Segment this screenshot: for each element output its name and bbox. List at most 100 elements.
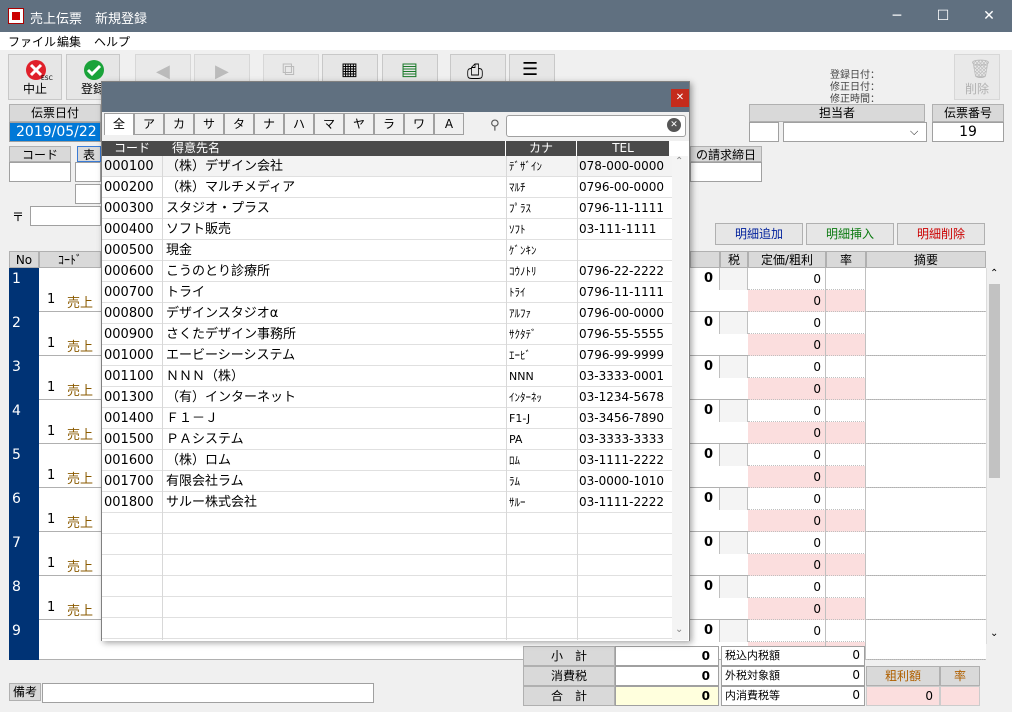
customer-row[interactable]: 000800 デザインスタジオα ｱﾙﾌｧ 0796-00-0000	[102, 303, 672, 324]
row-summary[interactable]	[866, 532, 986, 576]
zip-input[interactable]	[30, 206, 101, 226]
customer-row[interactable]: 000700 トライ ﾄﾗｲ 0796-11-1111	[102, 282, 672, 303]
row-price[interactable]: 0	[748, 488, 826, 510]
scroll-up-icon[interactable]: ⌃	[990, 268, 998, 279]
row-rate[interactable]	[826, 576, 866, 598]
row-tax[interactable]	[720, 532, 748, 554]
detail-scrollbar[interactable]: ⌃ ⌄	[986, 268, 1002, 644]
row-tax[interactable]	[720, 444, 748, 466]
customer-row[interactable]: 001400 Ｆ１－Ｊ F1-J 03-3456-7890	[102, 408, 672, 429]
row-amount[interactable]: 0	[690, 488, 720, 510]
customer-scroll-up-icon[interactable]: ⌃	[675, 156, 683, 167]
row-amount[interactable]: 0	[690, 532, 720, 554]
staff-select[interactable]: ⌵	[783, 122, 927, 142]
customer-name-input[interactable]	[75, 162, 101, 182]
customer-code-input[interactable]	[9, 162, 71, 182]
customer-address-input[interactable]	[75, 184, 101, 204]
row-tax[interactable]	[720, 356, 748, 378]
row-amount[interactable]: 0	[690, 444, 720, 466]
kana-tab[interactable]: ヤ	[344, 113, 374, 135]
row-price[interactable]: 0	[748, 532, 826, 554]
customer-row[interactable]: 000500 現金 ｹﾞﾝｷﾝ	[102, 240, 672, 261]
row-rate[interactable]	[826, 532, 866, 554]
kana-tab[interactable]: A	[434, 113, 464, 135]
row-price[interactable]: 0	[748, 400, 826, 422]
customer-row[interactable]: 000600 こうのとり診療所 ｺｳﾉﾄﾘ 0796-22-2222	[102, 261, 672, 282]
row-rate[interactable]	[826, 312, 866, 334]
row-price[interactable]: 0	[748, 356, 826, 378]
delete-button[interactable]: 🗑 削除	[954, 54, 1000, 100]
maximize-icon[interactable]: ☐	[920, 0, 966, 32]
staff-code-input[interactable]	[749, 122, 779, 142]
customer-scroll-down-icon[interactable]: ⌄	[675, 624, 683, 635]
customer-search-input[interactable]: ✕	[506, 115, 686, 137]
customer-row[interactable]: 000300 スタジオ・プラス ﾌﾟﾗｽ 0796-11-1111	[102, 198, 672, 219]
kana-tab[interactable]: 全	[104, 113, 134, 135]
row-summary[interactable]	[866, 576, 986, 620]
insert-line-button[interactable]: 明細挿入	[806, 223, 894, 245]
kana-tab[interactable]: タ	[224, 113, 254, 135]
kana-tab[interactable]: ラ	[374, 113, 404, 135]
row-tax[interactable]	[720, 268, 748, 290]
customer-row[interactable]: 001700 有限会社ラム ﾗﾑ 03-0000-1010	[102, 471, 672, 492]
customer-row[interactable]: 001300 （有）インターネット ｲﾝﾀｰﾈｯ 03-1234-5678	[102, 387, 672, 408]
kana-tab[interactable]: ワ	[404, 113, 434, 135]
kana-tab[interactable]: マ	[314, 113, 344, 135]
remarks-input[interactable]	[42, 683, 374, 703]
kana-tab[interactable]: ナ	[254, 113, 284, 135]
row-rate[interactable]	[826, 400, 866, 422]
customer-row[interactable]: 000100 （株）デザイン会社 ﾃﾞｻﾞｲﾝ 078-000-0000	[102, 156, 672, 177]
row-rate[interactable]	[826, 488, 866, 510]
row-summary[interactable]	[866, 488, 986, 532]
row-tax[interactable]	[720, 576, 748, 598]
row-rate[interactable]	[826, 356, 866, 378]
customer-row[interactable]: 000200 （株）マルチメディア ﾏﾙﾁ 0796-00-0000	[102, 177, 672, 198]
row-summary[interactable]	[866, 312, 986, 356]
row-price[interactable]: 0	[748, 620, 826, 642]
row-amount[interactable]: 0	[690, 356, 720, 378]
slip-no-input[interactable]: 19	[932, 122, 1004, 142]
clear-search-icon[interactable]: ✕	[667, 118, 681, 132]
row-amount[interactable]: 0	[690, 620, 720, 642]
row-amount[interactable]: 0	[690, 312, 720, 334]
customer-row[interactable]: 000900 さくたデザイン事務所 ｻｸﾀﾃﾞ 0796-55-5555	[102, 324, 672, 345]
menu-help[interactable]: ヘルプ	[94, 33, 130, 50]
row-rate[interactable]	[826, 620, 866, 642]
kana-tab[interactable]: サ	[194, 113, 224, 135]
minimize-icon[interactable]: ─	[874, 0, 920, 32]
row-summary[interactable]	[866, 356, 986, 400]
close-icon[interactable]: ✕	[966, 0, 1012, 32]
customer-row[interactable]: 000400 ソフト販売 ｿﾌﾄ 03-111-1111	[102, 219, 672, 240]
customer-row[interactable]: 001800 サルー株式会社 ｻﾙｰ 03-1111-2222	[102, 492, 672, 513]
cancel-button[interactable]: ESC 中止	[8, 54, 62, 100]
row-rate[interactable]	[826, 444, 866, 466]
row-summary[interactable]	[866, 444, 986, 488]
menu-file[interactable]: ファイル	[8, 33, 56, 50]
add-line-button[interactable]: 明細追加	[715, 223, 803, 245]
delete-line-button[interactable]: 明細削除	[897, 223, 985, 245]
customer-row[interactable]: 001100 ＮＮＮ（株） NNN 03-3333-0001	[102, 366, 672, 387]
row-amount[interactable]: 0	[690, 576, 720, 598]
row-tax[interactable]	[720, 312, 748, 334]
row-summary[interactable]	[866, 268, 986, 312]
row-tax[interactable]	[720, 488, 748, 510]
row-price[interactable]: 0	[748, 312, 826, 334]
row-summary[interactable]	[866, 400, 986, 444]
slip-date-input[interactable]: 2019/05/22	[9, 122, 101, 142]
scroll-down-icon[interactable]: ⌄	[990, 628, 998, 639]
customer-row[interactable]: 001600 （株）ロム ﾛﾑ 03-1111-2222	[102, 450, 672, 471]
row-price[interactable]: 0	[748, 576, 826, 598]
dialog-close-icon[interactable]: ✕	[671, 89, 689, 107]
row-amount[interactable]: 0	[690, 268, 720, 290]
customer-row[interactable]: 001500 ＰＡシステム PA 03-3333-3333	[102, 429, 672, 450]
row-tax[interactable]	[720, 400, 748, 422]
row-tax[interactable]	[720, 620, 748, 642]
kana-tab[interactable]: カ	[164, 113, 194, 135]
row-summary[interactable]	[866, 620, 986, 660]
menu-edit[interactable]: 編集	[57, 33, 81, 50]
row-price[interactable]: 0	[748, 444, 826, 466]
scroll-thumb[interactable]	[989, 284, 1000, 478]
row-price[interactable]: 0	[748, 268, 826, 290]
row-amount[interactable]: 0	[690, 400, 720, 422]
customer-scrollbar[interactable]: ⌃ ⌄	[672, 156, 688, 640]
